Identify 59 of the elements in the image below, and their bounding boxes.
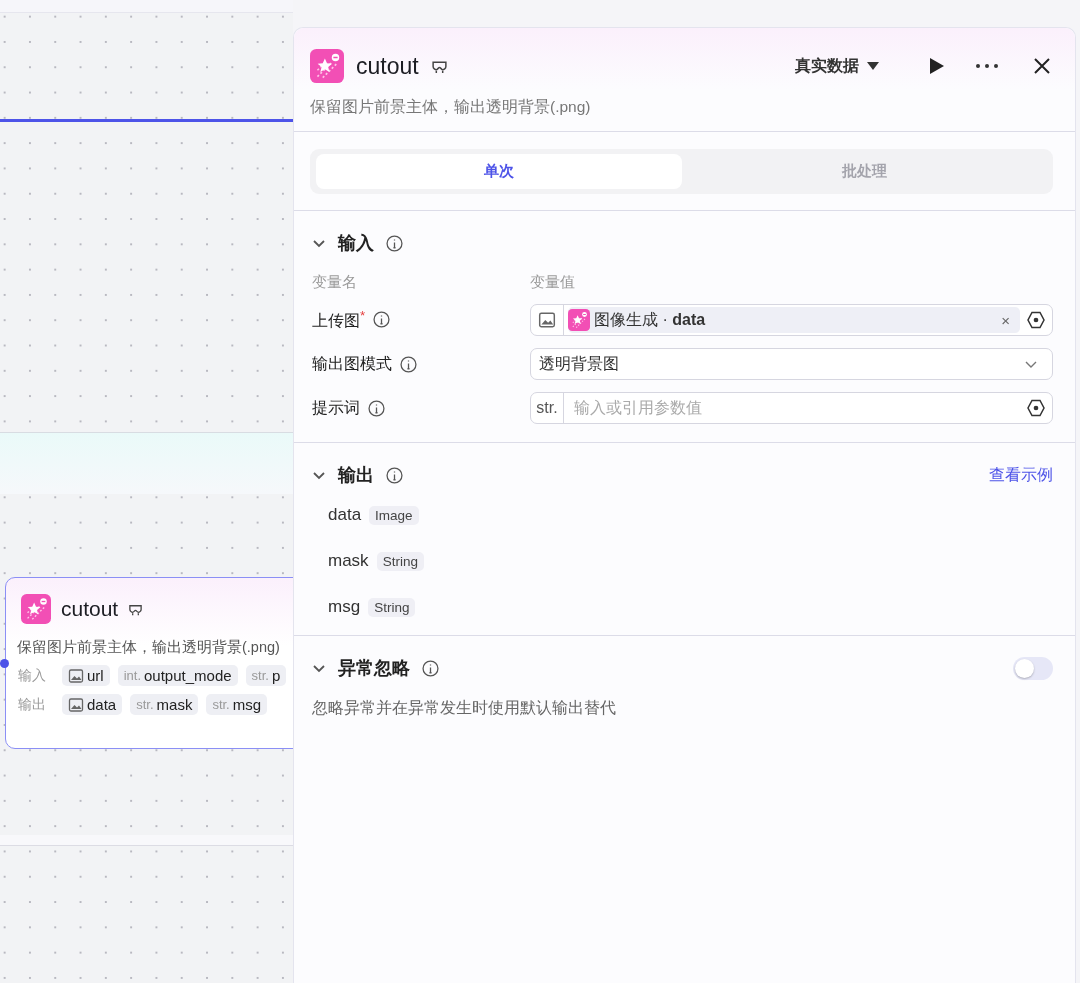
port-chip: str. msg xyxy=(206,694,268,715)
type-tag: Image xyxy=(369,505,419,525)
node-description: 保留图片前景主体，输出透明背景(.png) xyxy=(17,638,281,657)
select-field[interactable]: 透明背景图 xyxy=(530,348,1053,380)
column-header: 变量值 xyxy=(530,273,575,290)
type-prefix: str. xyxy=(531,393,564,423)
variable-ref-icon[interactable] xyxy=(1026,398,1046,418)
param-label: 提示词 xyxy=(312,397,360,418)
info-icon[interactable] xyxy=(386,466,403,484)
app-icon xyxy=(21,594,51,624)
info-icon[interactable] xyxy=(400,355,417,373)
section-title: 异常忽略 xyxy=(338,657,410,680)
output-name: mask xyxy=(328,551,369,571)
node-card[interactable]: cutout 保留图片前景主体，输出透明背景(.png) 输入 url int. output_mode str. p 输出 data str. mask str. msg xyxy=(5,577,293,749)
panel-description: 保留图片前景主体，输出透明背景(.png) xyxy=(310,97,592,117)
output-name: data xyxy=(328,505,362,525)
clear-button[interactable]: × xyxy=(997,311,1014,329)
variable-ref-icon[interactable] xyxy=(1026,310,1046,330)
port-chip: int. output_mode xyxy=(117,665,238,686)
view-example-link[interactable]: 查看示例 xyxy=(989,464,1053,486)
port-chip: url xyxy=(62,665,110,686)
caret-down-icon xyxy=(867,61,879,71)
port-chip: str. p xyxy=(245,665,287,686)
info-icon[interactable] xyxy=(422,659,439,677)
toggle-switch[interactable] xyxy=(1013,656,1053,680)
section-title: 输出 xyxy=(338,464,374,487)
row-label: 输出 xyxy=(18,695,46,714)
panel-title: cutout xyxy=(356,52,419,80)
type-tag: String xyxy=(368,597,416,617)
type-tag: String xyxy=(376,551,424,571)
info-icon[interactable] xyxy=(373,311,391,329)
required-mark: * xyxy=(360,307,366,323)
text-field[interactable]: str. 输入或引用参数值 xyxy=(530,392,1053,424)
input-field[interactable]: 输入或引用参数值 xyxy=(564,399,1026,417)
more-button[interactable] xyxy=(975,63,999,69)
tab[interactable]: 单次 xyxy=(316,154,682,189)
connection-port[interactable] xyxy=(0,659,9,668)
close-button[interactable] xyxy=(1033,57,1051,75)
data-mode-dropdown[interactable]: 真实数据 xyxy=(795,55,879,77)
app-icon xyxy=(310,49,344,83)
image-icon xyxy=(68,667,84,684)
port-chip: str. mask xyxy=(130,694,199,715)
image-icon xyxy=(538,311,556,329)
row-label: 输入 xyxy=(18,666,46,685)
param-label: 上传图$^{*}$ xyxy=(312,307,366,332)
reference-field[interactable]: 图像生成 · data × xyxy=(530,304,1053,336)
column-header: 变量名 xyxy=(312,273,357,290)
play-button[interactable] xyxy=(927,57,945,75)
section-title: 输入 xyxy=(338,232,374,255)
port-chip: data xyxy=(62,694,123,715)
output-name: msg xyxy=(328,597,361,617)
reference-chip: 图像生成 · data × xyxy=(568,307,1020,333)
info-icon[interactable] xyxy=(368,399,385,417)
section-description: 忽略异常并在异常发生时使用默认输出替代 xyxy=(312,698,617,718)
image-icon xyxy=(68,696,84,713)
info-icon[interactable] xyxy=(386,234,403,252)
param-label: 输出图模式 xyxy=(312,353,392,374)
app-icon xyxy=(568,309,590,331)
node-title: cutout xyxy=(61,597,119,621)
